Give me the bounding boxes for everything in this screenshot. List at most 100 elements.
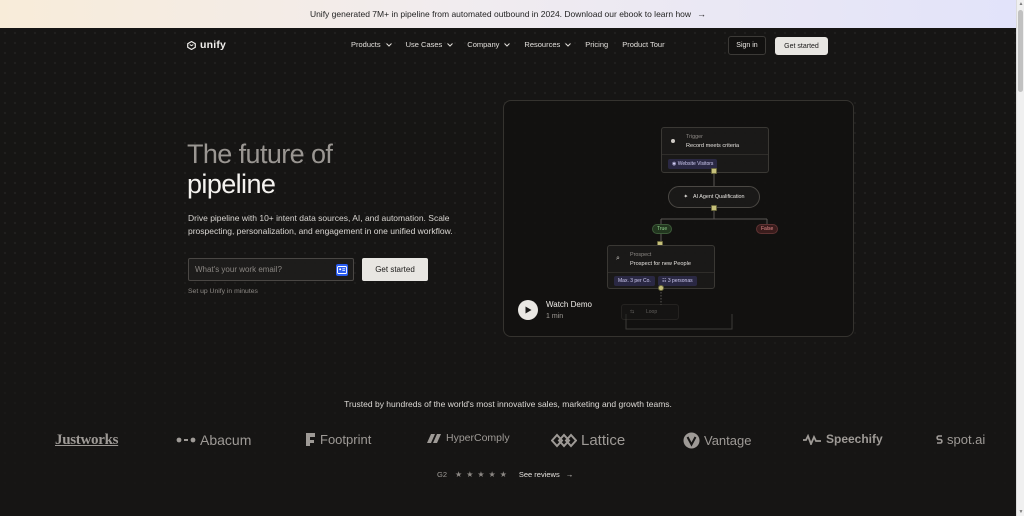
- nav-get-started-button[interactable]: Get started: [775, 37, 828, 55]
- workflow-preview-card[interactable]: Trigger Record meets criteria ◉ Website …: [503, 100, 854, 337]
- logo-speechify: Speechify: [802, 432, 883, 446]
- scroll-down-arrow-icon[interactable]: ▼: [1018, 509, 1024, 515]
- email-field-wrapper: [188, 258, 354, 281]
- setup-note: Set up Unify in minutes: [188, 288, 258, 295]
- search-icon: ⌕: [616, 255, 620, 262]
- ai-agent-label: AI Agent Qualification: [692, 194, 745, 200]
- see-reviews-text: See reviews: [518, 470, 560, 479]
- menu-item-resources[interactable]: Resources: [524, 40, 572, 49]
- customer-logos: Justworks Abacum Footprint HyperComply L…: [0, 430, 1016, 452]
- menu-label: Company: [467, 40, 500, 49]
- people-icon: ☷: [662, 278, 667, 284]
- brand-text: spot.ai: [947, 432, 986, 447]
- chip-text: 3 personas: [667, 278, 693, 284]
- prospect-title: Prospect for new People: [630, 261, 691, 267]
- globe-icon: ◉: [672, 161, 677, 167]
- chip-text: Website Visitors: [677, 161, 714, 167]
- brand-text: Justworks: [55, 432, 119, 448]
- menu-label: Pricing: [585, 40, 609, 49]
- unify-logo-icon: [187, 40, 196, 50]
- trigger-title: Record meets criteria: [686, 143, 740, 149]
- personas-chip: ☷ 3 personas: [658, 276, 697, 286]
- page-scrollbar[interactable]: ▲ ▼: [1016, 0, 1024, 516]
- brand-text: Vantage: [704, 433, 752, 448]
- logo-text: unify: [200, 39, 227, 51]
- menu-item-pricing[interactable]: Pricing: [585, 40, 608, 49]
- chevron-down-icon: [504, 42, 511, 47]
- vantage-mark-icon: [683, 432, 700, 449]
- menu-item-use-cases[interactable]: Use Cases: [406, 40, 454, 49]
- contact-card-icon: [336, 264, 348, 276]
- spot-ai-mark-icon: [936, 435, 943, 444]
- scrollbar-thumb[interactable]: [1018, 10, 1023, 92]
- logo-vantage: Vantage: [683, 432, 751, 449]
- star-rating-icons: ★★★★★: [455, 470, 511, 479]
- demo-title: Watch Demo: [546, 300, 592, 309]
- logo-hypercomply: HyperComply: [426, 432, 510, 444]
- menu-item-company[interactable]: Company: [467, 40, 511, 49]
- footprint-mark-icon: [306, 433, 315, 446]
- unify-logo[interactable]: unify: [187, 39, 226, 51]
- false-branch-tag: False: [756, 224, 779, 234]
- logo-justworks: Justworks: [55, 432, 118, 449]
- loop-icon: ⇆: [630, 309, 635, 315]
- connector-handle[interactable]: [658, 285, 664, 291]
- chevron-down-icon: [385, 42, 392, 47]
- banner-text: Unify generated 7M+ in pipeline from aut…: [309, 9, 692, 19]
- sign-in-button[interactable]: Sign in: [728, 36, 766, 55]
- prospect-node[interactable]: ⌕ Prospect Prospect for new People Max. …: [607, 245, 715, 289]
- sparkle-icon: ✦: [683, 194, 688, 200]
- hero-subtitle: Drive pipeline with 10+ intent data sour…: [188, 213, 453, 236]
- menu-label: Products: [351, 40, 381, 49]
- prospect-label: Prospect: [630, 252, 652, 258]
- node-divider: [608, 272, 714, 273]
- brand-text: Footprint: [320, 432, 372, 447]
- reviews-row: G2 ★★★★★ See reviews →: [437, 470, 573, 479]
- trigger-node[interactable]: Trigger Record meets criteria ◉ Website …: [661, 127, 769, 173]
- node-divider: [662, 154, 768, 155]
- max-per-company-chip: Max. 3 per Co.: [614, 276, 655, 286]
- logo-footprint: Footprint: [305, 432, 371, 447]
- loop-node[interactable]: ⇆ Loop: [621, 304, 679, 320]
- trigger-label: Trigger: [686, 134, 703, 140]
- hero-get-started-button[interactable]: Get started: [362, 258, 428, 281]
- arrow-right-icon: →: [565, 470, 574, 479]
- hero-title-line-1: The future of: [187, 139, 333, 169]
- speechify-mark-icon: [803, 433, 821, 445]
- menu-item-product-tour[interactable]: Product Tour: [622, 40, 664, 49]
- connector-handle[interactable]: [711, 205, 717, 211]
- hero-title-line-2: pipeline: [187, 169, 276, 199]
- website-visitors-chip: ◉ Website Visitors: [668, 159, 718, 169]
- connector-handle[interactable]: [711, 168, 717, 174]
- watch-demo-button[interactable]: Watch Demo 1 min: [518, 300, 592, 320]
- brand-text: Speechify: [826, 432, 883, 446]
- demo-duration: 1 min: [546, 313, 564, 320]
- menu-label: Resources: [524, 40, 561, 49]
- arrow-right-icon: →: [697, 9, 707, 19]
- brand-text: Abacum: [200, 432, 252, 448]
- brand-text: Lattice: [581, 432, 626, 449]
- true-branch-tag: True: [652, 224, 673, 234]
- brand-text: HyperComply: [446, 432, 510, 444]
- play-icon: [518, 300, 538, 320]
- chevron-down-icon: [447, 42, 454, 47]
- menu-label: Product Tour: [622, 40, 665, 49]
- menu-item-products[interactable]: Products: [351, 40, 392, 49]
- email-input[interactable]: [195, 265, 325, 274]
- announcement-banner[interactable]: Unify generated 7M+ in pipeline from aut…: [0, 0, 1016, 28]
- see-reviews-link[interactable]: See reviews →: [519, 470, 573, 479]
- loop-label: Loop: [646, 309, 658, 315]
- scroll-up-arrow-icon[interactable]: ▲: [1018, 1, 1024, 7]
- abacum-mark-icon: [176, 437, 196, 443]
- logo-abacum: Abacum: [176, 432, 251, 448]
- hypercomply-mark-icon: [427, 433, 441, 443]
- top-navigation: unify Products Use Cases Company Resourc…: [0, 28, 1016, 64]
- logo-lattice: Lattice: [551, 432, 625, 449]
- main-menu: Products Use Cases Company Resources Pri…: [351, 40, 665, 49]
- lattice-mark-icon: [551, 433, 577, 448]
- trigger-dot-icon: [671, 139, 675, 143]
- trusted-headline: Trusted by hundreds of the world's most …: [344, 399, 672, 409]
- menu-label: Use Cases: [405, 40, 443, 49]
- g2-label: G2: [437, 470, 448, 479]
- chevron-down-icon: [565, 42, 572, 47]
